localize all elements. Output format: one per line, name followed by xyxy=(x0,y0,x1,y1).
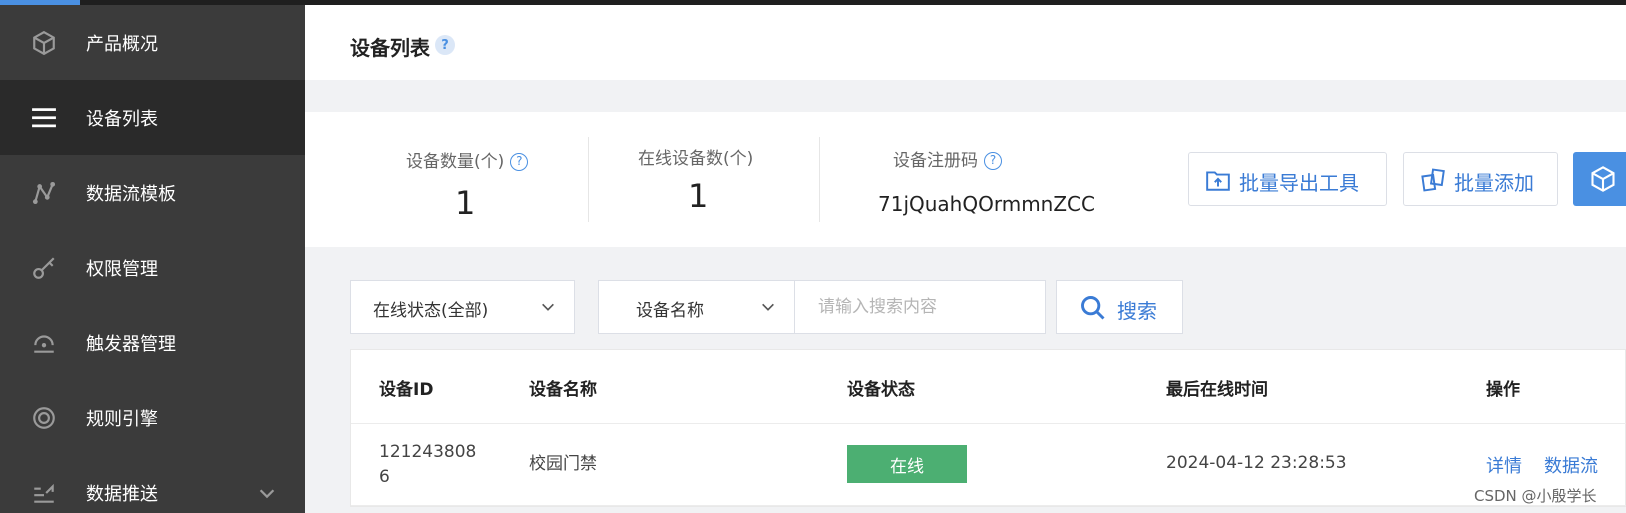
list-icon xyxy=(30,104,58,132)
search-icon xyxy=(1079,294,1107,322)
export-tool-label: 批量导出工具 xyxy=(1239,171,1359,195)
search-type-value: 设备名称 xyxy=(636,301,704,321)
upload-folder-icon xyxy=(1205,167,1231,193)
page-header: 设备列表 ? xyxy=(305,5,1626,80)
search-type-select[interactable]: 设备名称 xyxy=(599,281,795,333)
sidebar-item-label: 设备列表 xyxy=(86,108,158,130)
batch-add-label: 批量添加 xyxy=(1454,171,1534,195)
chevron-down-icon[interactable] xyxy=(256,482,278,504)
stat-label: 在线设备数(个) xyxy=(638,149,754,169)
stat-online-count: 在线设备数(个) 1 xyxy=(589,112,819,247)
sidebar-item-overview[interactable]: 产品概况 xyxy=(0,5,305,80)
datastream-link[interactable]: 数据流 xyxy=(1544,452,1598,478)
sidebar-item-triggers[interactable]: 触发器管理 xyxy=(0,305,305,380)
stat-value: 1 xyxy=(688,177,709,215)
status-badge: 在线 xyxy=(847,445,967,483)
cube-icon xyxy=(30,29,58,57)
batch-add-button[interactable]: 批量添加 xyxy=(1403,152,1558,206)
sidebar-item-label: 规则引擎 xyxy=(86,408,158,430)
column-header-id: 设备ID xyxy=(379,380,434,400)
page-title: 设备列表 xyxy=(350,36,430,60)
stat-device-count: 设备数量(个)? 1 xyxy=(305,112,570,247)
table-header: 设备ID 设备名称 设备状态 最后在线时间 操作 xyxy=(351,350,1626,424)
detail-link[interactable]: 详情 xyxy=(1486,452,1522,478)
cube-icon xyxy=(1589,165,1617,197)
sidebar-item-label: 数据推送 xyxy=(86,483,158,505)
table-row: 1212438086 校园门禁 在线 2024-04-12 23:28:53 详… xyxy=(351,424,1626,506)
search-button-label: 搜索 xyxy=(1117,299,1157,323)
device-id: 1212438086 xyxy=(379,442,477,487)
last-online-time: 2024-04-12 23:28:53 xyxy=(1166,453,1347,473)
sidebar-item-label: 数据流模板 xyxy=(86,183,176,205)
device-table: 设备ID 设备名称 设备状态 最后在线时间 操作 1212438086 校园门禁… xyxy=(350,349,1626,507)
stat-label: 设备注册码 xyxy=(893,151,978,171)
sidebar-item-datastream-template[interactable]: 数据流模板 xyxy=(0,155,305,230)
column-header-last-online: 最后在线时间 xyxy=(1166,380,1268,400)
stat-register-code: 设备注册码? 71jQuahQOrmmnZCC xyxy=(820,112,1140,247)
node-flow-icon xyxy=(30,179,58,207)
help-icon[interactable]: ? xyxy=(435,35,455,55)
sidebar-item-rule-engine[interactable]: 规则引擎 xyxy=(0,380,305,455)
sidebar-item-label: 产品概况 xyxy=(86,33,158,55)
stat-label: 设备数量(个) xyxy=(406,152,505,172)
column-header-ops: 操作 xyxy=(1486,380,1520,400)
device-name: 校园门禁 xyxy=(529,454,597,474)
column-header-status: 设备状态 xyxy=(847,380,915,400)
chevron-down-icon xyxy=(540,299,556,315)
column-header-name: 设备名称 xyxy=(529,380,597,400)
search-button[interactable]: 搜索 xyxy=(1056,280,1183,334)
push-icon xyxy=(30,479,58,507)
help-icon[interactable]: ? xyxy=(984,152,1002,170)
help-icon[interactable]: ? xyxy=(510,153,529,171)
export-tool-button[interactable]: 批量导出工具 xyxy=(1188,152,1387,206)
sidebar-item-data-push[interactable]: 数据推送 xyxy=(0,455,305,513)
target-icon xyxy=(30,404,58,432)
search-group: 设备名称 xyxy=(598,280,1046,334)
sidebar-item-label: 触发器管理 xyxy=(86,333,176,355)
sidebar-item-device-list[interactable]: 设备列表 xyxy=(0,80,305,155)
add-device-button[interactable] xyxy=(1573,152,1626,206)
key-icon xyxy=(30,254,58,282)
batch-add-icon xyxy=(1420,167,1446,193)
stat-value: 1 xyxy=(455,184,476,222)
sidebar: 产品概况 设备列表 数据流模板 权限管理 触发器管理 规则引擎 数据推送 xyxy=(0,5,305,513)
online-status-select[interactable]: 在线状态(全部) xyxy=(350,280,575,334)
chevron-down-icon xyxy=(760,299,776,315)
trigger-icon xyxy=(30,329,58,357)
sidebar-item-label: 权限管理 xyxy=(86,258,158,280)
register-code-value: 71jQuahQOrmmnZCC xyxy=(878,192,1095,216)
search-input[interactable] xyxy=(796,281,1045,333)
online-status-value: 在线状态(全部) xyxy=(373,301,489,321)
watermark: CSDN @小殷学长 xyxy=(1474,487,1597,505)
sidebar-item-permissions[interactable]: 权限管理 xyxy=(0,230,305,305)
